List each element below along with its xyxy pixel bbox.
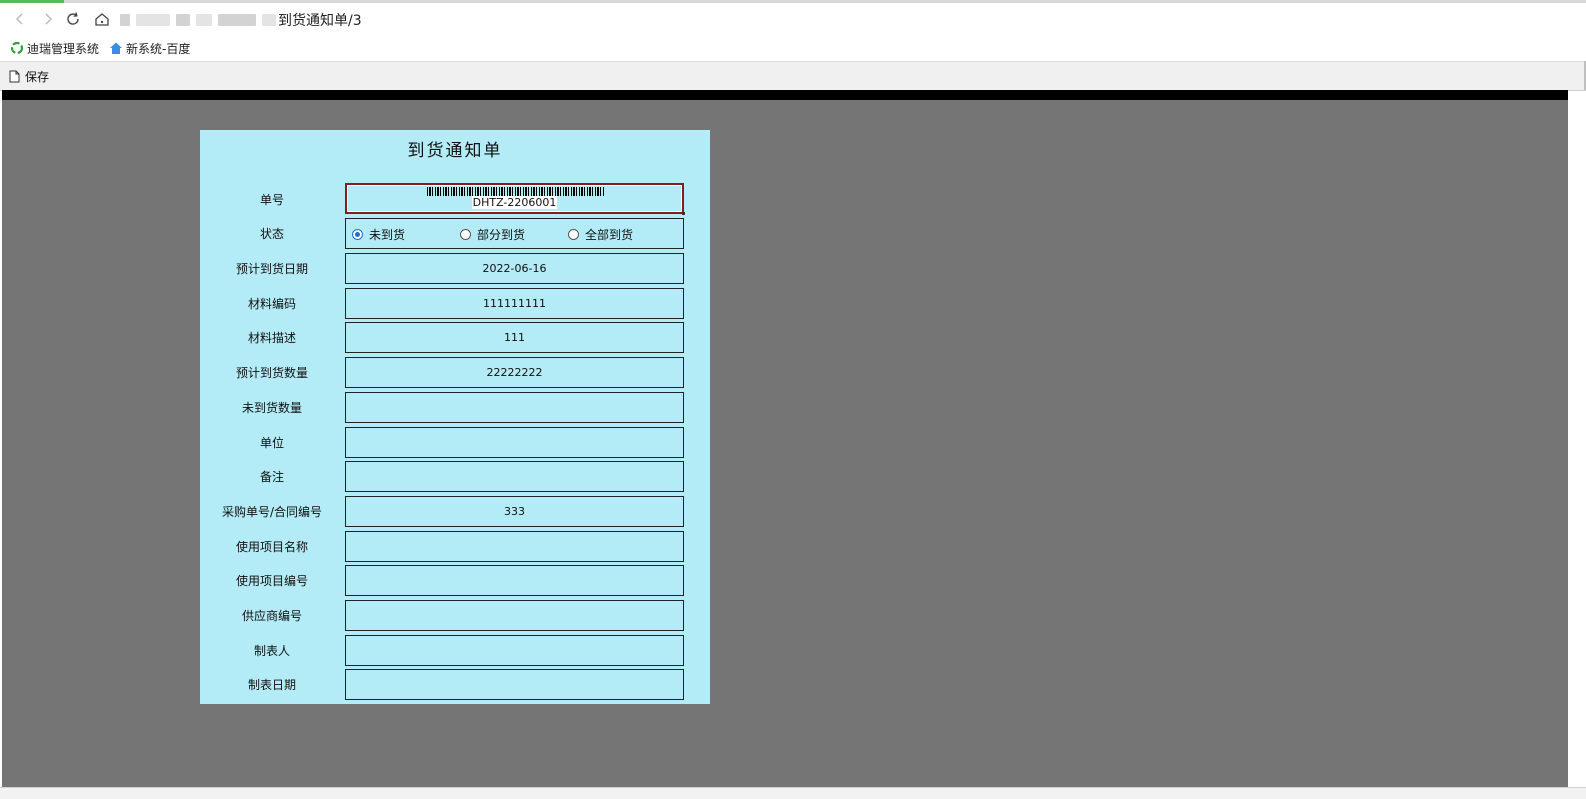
- field-label-material-code: 材料编码: [247, 297, 296, 311]
- arrival-notice-form: 到货通知单 单号 DHTZ-2206001 状态 未到货 部分到货 全部到货 预…: [200, 130, 710, 704]
- status-radio-partial[interactable]: 部分到货: [460, 226, 525, 243]
- project-no-field[interactable]: [345, 565, 684, 596]
- status-radio-not-arrived[interactable]: 未到货: [352, 226, 405, 243]
- order-no-barcode-field[interactable]: DHTZ-2206001: [345, 183, 685, 215]
- barcode-text: DHTZ-2206001: [347, 196, 682, 210]
- expected-date-field[interactable]: 2022-06-16: [345, 253, 684, 284]
- blurred-url-segment: [176, 14, 190, 26]
- supplier-no-field[interactable]: [345, 600, 684, 631]
- blurred-url-segment: [136, 14, 170, 26]
- home-icon: [110, 42, 123, 54]
- field-label-material-desc: 材料描述: [247, 331, 296, 345]
- project-name-field[interactable]: [345, 531, 684, 562]
- blurred-url-segment: [120, 14, 130, 26]
- field-label-remark: 备注: [259, 470, 284, 484]
- radio-label: 全部到货: [585, 228, 634, 242]
- bookmark-new-system-baidu[interactable]: 新系统-百度: [109, 40, 190, 57]
- status-radio-group: 未到货 部分到货 全部到货: [345, 218, 684, 249]
- field-label-project-name: 使用项目名称: [235, 540, 308, 554]
- address-page-title: 到货通知单/3: [278, 13, 362, 29]
- bookmarks-bar: 迪瑞管理系统 新系统-百度: [0, 35, 1586, 61]
- report-toolbar: 保存: [0, 61, 1586, 91]
- bookmark-label: 迪瑞管理系统: [27, 41, 100, 56]
- back-button[interactable]: [8, 7, 32, 31]
- field-label-created-by: 制表人: [253, 644, 290, 658]
- browser-navbar: 到货通知单/3: [0, 3, 1586, 35]
- document-icon: [9, 70, 20, 82]
- viewer-separator: [2, 90, 1568, 100]
- pending-qty-field[interactable]: [345, 392, 684, 423]
- created-by-field[interactable]: [345, 635, 684, 666]
- arrow-left-icon: [15, 13, 23, 25]
- form-title: 到货通知单: [407, 141, 503, 161]
- bookmark-dirui-system[interactable]: 迪瑞管理系统: [10, 40, 99, 57]
- blurred-url-segment: [218, 14, 256, 26]
- radio-selected-icon: [352, 229, 363, 240]
- field-label-po-contract-no: 采购单号/合同编号: [221, 505, 323, 519]
- field-label-project-no: 使用项目编号: [235, 574, 308, 588]
- barcode-icon: [427, 187, 605, 196]
- field-label-status: 状态: [259, 227, 284, 241]
- material-desc-field[interactable]: 111: [345, 322, 684, 353]
- home-icon: [95, 13, 109, 26]
- blurred-url-segment: [262, 14, 276, 26]
- status-radio-all-arrived[interactable]: 全部到货: [568, 226, 633, 243]
- field-label-created-date: 制表日期: [247, 678, 296, 692]
- field-label-expected-qty: 预计到货数量: [235, 366, 308, 380]
- address-bar[interactable]: 到货通知单/3: [120, 9, 362, 31]
- po-contract-no-field[interactable]: 333: [345, 496, 684, 527]
- radio-unselected-icon: [568, 229, 579, 240]
- refresh-icon: [67, 12, 79, 25]
- resize-handle[interactable]: [682, 212, 685, 215]
- save-button[interactable]: 保存: [8, 67, 49, 85]
- refresh-button[interactable]: [61, 7, 85, 31]
- field-label-expected-date: 预计到货日期: [235, 262, 308, 276]
- expected-qty-field[interactable]: 22222222: [345, 357, 684, 388]
- arrow-right-icon: [45, 13, 53, 25]
- recycle-icon: [10, 41, 24, 55]
- order-no-value: DHTZ-2206001: [471, 196, 558, 209]
- bookmark-label: 新系统-百度: [126, 41, 191, 56]
- field-label-order-no: 单号: [259, 193, 284, 207]
- unit-field[interactable]: [345, 427, 684, 458]
- created-date-field[interactable]: [345, 669, 684, 700]
- material-code-field[interactable]: 111111111: [345, 288, 684, 319]
- blurred-url-segment: [196, 14, 212, 26]
- home-button[interactable]: [90, 7, 114, 31]
- radio-label: 部分到货: [477, 228, 526, 242]
- field-label-pending-qty: 未到货数量: [241, 401, 302, 415]
- radio-label: 未到货: [369, 228, 406, 242]
- forward-button[interactable]: [36, 7, 60, 31]
- field-label-supplier-no: 供应商编号: [241, 609, 302, 623]
- save-label: 保存: [25, 69, 50, 84]
- field-label-unit: 单位: [259, 436, 284, 450]
- remark-field[interactable]: [345, 461, 684, 492]
- window-bottom-edge: [0, 787, 1586, 799]
- radio-unselected-icon: [460, 229, 471, 240]
